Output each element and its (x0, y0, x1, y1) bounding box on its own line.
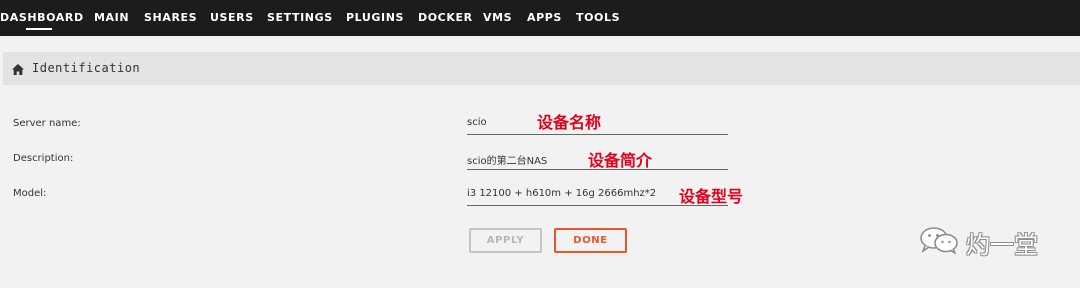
description-label: Description: (13, 153, 74, 164)
nav-tab-tools[interactable]: TOOLS (576, 11, 620, 24)
nav-tab-main[interactable]: MAIN (94, 11, 129, 24)
model-annotation: 设备型号 (679, 187, 744, 206)
top-navigation: DASHBOARD MAIN SHARES USERS SETTINGS PLU… (0, 0, 1080, 36)
active-tab-indicator (26, 28, 52, 30)
wechat-icon (918, 226, 960, 259)
nav-tab-docker[interactable]: DOCKER (418, 11, 473, 24)
nav-tab-apps[interactable]: APPS (527, 11, 562, 24)
model-label: Model: (13, 188, 47, 199)
watermark-text: 灼一堂 (966, 230, 1038, 259)
identification-panel-header: Identification (3, 52, 1080, 85)
model-value: i3 12100 + h610m + 16g 2666mhz*2 (467, 188, 657, 199)
nav-tab-shares[interactable]: SHARES (144, 11, 197, 24)
server-name-value: scio (467, 117, 487, 128)
nav-tab-settings[interactable]: SETTINGS (267, 11, 333, 24)
server-name-annotation: 设备名称 (537, 113, 602, 132)
done-button[interactable]: DONE (554, 228, 627, 253)
watermark: 灼一堂 (918, 226, 1038, 259)
nav-tab-vms[interactable]: VMS (483, 11, 512, 24)
server-name-label: Server name: (13, 118, 81, 129)
nav-tab-dashboard[interactable]: DASHBOARD (0, 11, 84, 24)
nav-tab-users[interactable]: USERS (210, 11, 254, 24)
description-value: scio的第二台NAS (467, 156, 548, 167)
home-icon (12, 62, 24, 80)
description-annotation: 设备简介 (588, 151, 653, 170)
nav-tab-plugins[interactable]: PLUGINS (346, 11, 404, 24)
apply-button[interactable]: APPLY (469, 228, 542, 253)
panel-title: Identification (32, 61, 141, 75)
